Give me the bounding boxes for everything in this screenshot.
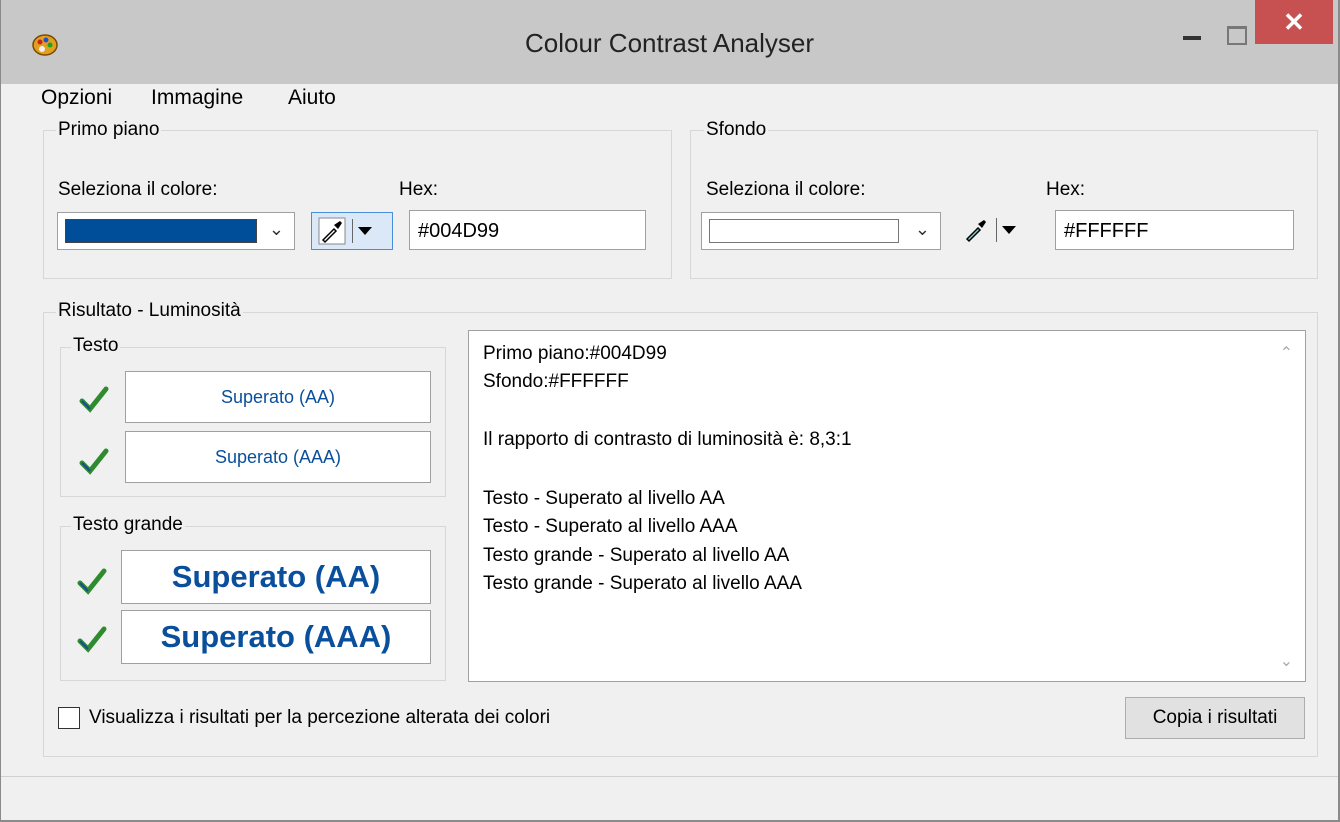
text-aa-result: Superato (AA) [125, 371, 431, 423]
close-icon: ✕ [1283, 7, 1305, 37]
minimize-icon [1183, 36, 1201, 40]
background-group-label: Sfondo [704, 119, 769, 141]
scroll-down-icon[interactable]: ⌄ [1280, 651, 1293, 671]
altered-perception-checkbox[interactable] [58, 707, 80, 729]
maximize-button[interactable] [1221, 22, 1251, 52]
foreground-select-label: Seleziona il colore: [58, 179, 218, 200]
close-button[interactable]: ✕ [1255, 0, 1333, 44]
check-icon [79, 386, 109, 413]
eyedropper-icon [965, 220, 986, 243]
details-line: Testo grande - Superato al livello AA [483, 545, 790, 566]
foreground-color-select[interactable]: ⌄ [57, 212, 295, 250]
title-bar: Colour Contrast Analyser ✕ [1, 0, 1338, 84]
background-hex-input[interactable]: #FFFFFF [1055, 210, 1294, 250]
background-eyedropper-button[interactable] [956, 212, 1038, 250]
details-line: Sfondo:#FFFFFF [483, 371, 629, 392]
menu-aiuto[interactable]: Aiuto [288, 86, 336, 110]
window-title: Colour Contrast Analyser [524, 28, 815, 58]
dropdown-arrow-icon [358, 227, 372, 235]
results-details-textarea[interactable]: Primo piano:#004D99 Sfondo:#FFFFFF Il ra… [468, 330, 1306, 682]
eyedropper-icon [318, 217, 346, 245]
status-bar-divider [1, 776, 1338, 777]
menu-immagine[interactable]: Immagine [151, 86, 243, 110]
details-line: Primo piano:#004D99 [483, 343, 667, 364]
chevron-down-icon: ⌄ [268, 219, 284, 239]
minimize-button[interactable] [1173, 22, 1213, 52]
copy-results-button[interactable]: Copia i risultati [1125, 697, 1305, 739]
chevron-down-icon: ⌄ [914, 219, 930, 239]
text-aaa-result: Superato (AAA) [125, 431, 431, 483]
details-line: Testo - Superato al livello AA [483, 488, 725, 509]
foreground-hex-label: Hex: [399, 179, 439, 200]
foreground-eyedropper-button[interactable] [311, 212, 393, 250]
background-hex-label: Hex: [1046, 179, 1086, 200]
large-text-subgroup-label: Testo grande [71, 514, 185, 536]
check-icon [79, 448, 109, 475]
picker-separator [352, 219, 353, 243]
foreground-hex-input[interactable]: #004D99 [409, 210, 646, 250]
scroll-up-icon[interactable]: ⌃ [1280, 343, 1293, 363]
background-color-select[interactable]: ⌄ [701, 212, 941, 250]
app-window: Colour Contrast Analyser ✕ Opzioni Immag… [0, 0, 1340, 822]
dropdown-arrow-icon [1002, 226, 1016, 234]
large-text-aaa-result: Superato (AAA) [121, 610, 431, 664]
text-subgroup-label: Testo [71, 335, 121, 357]
background-color-swatch [709, 219, 899, 243]
details-line: Testo - Superato al livello AAA [483, 516, 738, 537]
menu-opzioni[interactable]: Opzioni [41, 86, 112, 110]
altered-perception-label: Visualizza i risultati per la percezione… [89, 707, 551, 728]
menu-bar: Opzioni Immagine Aiuto [1, 84, 1338, 114]
large-text-aa-result: Superato (AA) [121, 550, 431, 604]
maximize-icon [1227, 26, 1247, 45]
check-icon [77, 568, 107, 595]
background-group [690, 130, 1318, 279]
foreground-group [43, 130, 672, 279]
check-icon [77, 626, 107, 653]
foreground-color-swatch [65, 219, 257, 243]
foreground-group-label: Primo piano [56, 119, 162, 141]
picker-separator [996, 218, 997, 242]
background-select-label: Seleziona il colore: [706, 179, 866, 200]
details-line: Il rapporto di contrasto di luminosità è… [483, 429, 852, 450]
details-line: Testo grande - Superato al livello AAA [483, 573, 802, 594]
results-group-label: Risultato - Luminosità [56, 300, 243, 322]
